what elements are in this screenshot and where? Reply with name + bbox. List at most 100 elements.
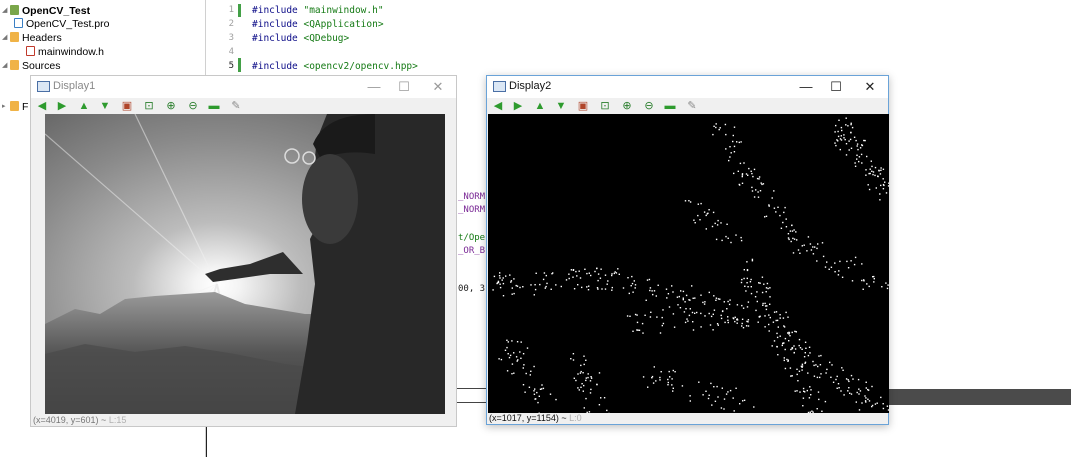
arrow-left-icon[interactable]: ◀ [35, 99, 49, 113]
edge-pixel [668, 306, 671, 308]
edge-pixel [570, 269, 573, 271]
edge-pixel [834, 262, 836, 264]
edge-pixel [685, 294, 688, 297]
minimize-button[interactable]: — [794, 78, 818, 96]
edge-pixel [497, 281, 500, 284]
edge-pixel [734, 320, 736, 323]
edge-pixel [596, 287, 599, 289]
zoom-fit-icon[interactable]: ⊡ [598, 99, 612, 113]
close-button[interactable]: ✕ [426, 78, 450, 96]
edge-pixel [801, 245, 803, 247]
edge-pixel [802, 387, 805, 390]
edge-pixel [597, 288, 599, 290]
edge-pixel [598, 404, 601, 406]
display2-titlebar[interactable]: Display2 — ☐ ✕ [487, 76, 888, 98]
edge-pixel [714, 400, 717, 402]
save-icon[interactable]: ▬ [207, 99, 221, 113]
edge-pixel [519, 351, 521, 353]
display1-image[interactable] [45, 114, 445, 414]
edge-pixel [715, 297, 718, 299]
cursor-coordinates: (x=1017, y=1154) ~ [489, 413, 567, 423]
zoom-fit-icon[interactable]: ⊡ [142, 99, 156, 113]
edge-pixel [847, 390, 849, 392]
close-button[interactable]: ✕ [858, 78, 882, 96]
edge-pixel [804, 352, 806, 354]
arrow-down-icon[interactable]: ▼ [98, 99, 112, 113]
display2-window[interactable]: Display2 — ☐ ✕ ◀ ▶ ▲ ▼ ▣ ⊡ ⊕ ⊖ ▬ ✎ (x=10… [486, 75, 889, 425]
tree-item-pro-file[interactable]: OpenCV_Test.pro [14, 17, 109, 31]
edge-pixel [858, 388, 860, 390]
edge-pixel [882, 403, 884, 405]
expand-arrow-icon[interactable]: ◢ [2, 4, 10, 18]
edge-pixel [506, 346, 508, 349]
edge-pixel [845, 154, 848, 156]
edge-pixel [871, 385, 873, 388]
edge-pixel [879, 193, 881, 195]
edge-pixel [863, 279, 865, 281]
edge-pixel [858, 409, 861, 411]
arrow-down-icon[interactable]: ▼ [554, 99, 568, 113]
edge-pixel [720, 407, 723, 409]
edge-pixel [520, 357, 522, 359]
save-icon[interactable]: ▬ [663, 99, 677, 113]
arrow-right-icon[interactable]: ▶ [55, 99, 69, 113]
edge-pixel [801, 369, 803, 371]
edge-pixel [747, 319, 750, 321]
edge-pixel [742, 307, 745, 309]
properties-icon[interactable]: ✎ [685, 99, 699, 113]
collapse-arrow-icon[interactable]: ▸ [2, 100, 10, 114]
arrow-up-icon[interactable]: ▲ [533, 99, 547, 113]
maximize-button[interactable]: ☐ [824, 78, 848, 96]
display2-image[interactable] [488, 114, 889, 413]
zoom-out-icon[interactable]: ⊖ [186, 99, 200, 113]
edge-pixel [735, 234, 737, 236]
edge-pixel [769, 296, 771, 298]
edge-pixel [590, 274, 592, 277]
tree-item-forms[interactable]: ▸ F [2, 100, 28, 114]
tree-item-project[interactable]: ◢ OpenCV_Test [2, 4, 90, 18]
image-icon[interactable]: ▣ [120, 99, 134, 113]
edge-pixel [576, 275, 578, 277]
tree-item-headers[interactable]: ◢ Headers [2, 31, 62, 45]
maximize-button[interactable]: ☐ [392, 78, 416, 96]
edge-pixel [727, 237, 729, 239]
edge-pixel [785, 226, 788, 228]
display1-titlebar[interactable]: Display1 — ☐ ✕ [31, 76, 456, 98]
edge-pixel [787, 233, 790, 235]
expand-arrow-icon[interactable]: ◢ [2, 31, 10, 45]
tree-item-sources[interactable]: ◢ Sources [2, 59, 61, 73]
expand-arrow-icon[interactable]: ◢ [2, 59, 10, 73]
tree-item-header-file[interactable]: mainwindow.h [26, 45, 104, 59]
edge-pixel [687, 320, 689, 322]
zoom-in-icon[interactable]: ⊕ [620, 99, 634, 113]
arrow-up-icon[interactable]: ▲ [77, 99, 91, 113]
edge-pixel [665, 288, 668, 290]
edge-pixel [604, 288, 607, 290]
edge-pixel [870, 160, 872, 162]
edge-pixel [750, 170, 752, 172]
edge-pixel [723, 398, 726, 400]
edge-pixel [721, 387, 723, 389]
edge-pixel [715, 123, 717, 125]
minimize-button[interactable]: — [362, 78, 386, 96]
edge-pixel [848, 380, 850, 383]
edge-pixel [712, 211, 715, 214]
edge-pixel [740, 236, 742, 239]
edge-pixel [759, 282, 761, 284]
edge-pixel [611, 289, 613, 291]
display1-window[interactable]: Display1 — ☐ ✕ ◀ ▶ ▲ ▼ ▣ ⊡ ⊕ ⊖ ▬ ✎ (x=40… [30, 75, 457, 427]
edge-pixel [750, 286, 752, 288]
image-icon[interactable]: ▣ [576, 99, 590, 113]
edge-pixel [672, 390, 674, 392]
edge-pixel [707, 212, 709, 214]
arrow-left-icon[interactable]: ◀ [491, 99, 505, 113]
edge-pixel [508, 356, 511, 359]
arrow-right-icon[interactable]: ▶ [511, 99, 525, 113]
edge-pixel [713, 386, 715, 388]
line-number: 4 [228, 47, 234, 57]
edge-pixel [535, 272, 537, 274]
zoom-out-icon[interactable]: ⊖ [642, 99, 656, 113]
project-icon [10, 5, 19, 15]
zoom-in-icon[interactable]: ⊕ [164, 99, 178, 113]
properties-icon[interactable]: ✎ [229, 99, 243, 113]
